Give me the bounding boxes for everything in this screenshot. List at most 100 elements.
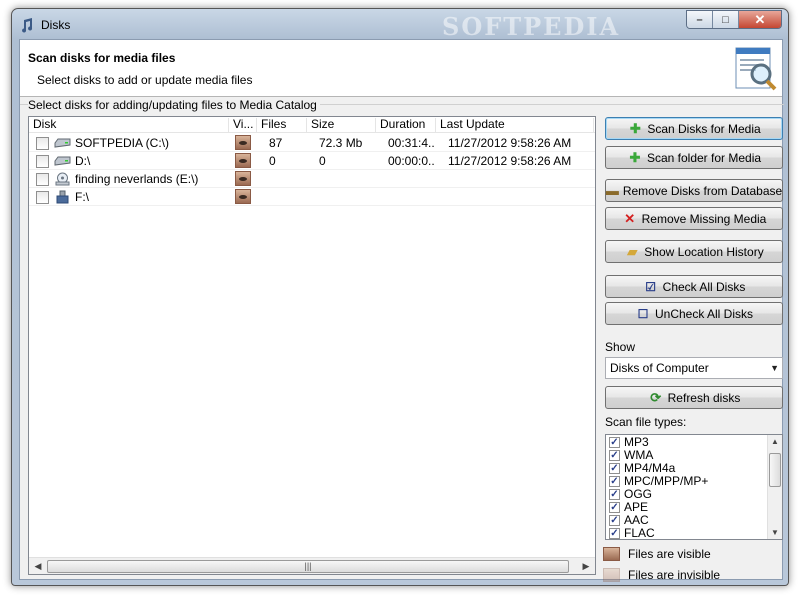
eye-invisible-icon (603, 568, 620, 582)
scan-folder-label: Scan folder for Media (646, 150, 762, 165)
visible-eye-icon[interactable] (235, 171, 251, 186)
disk-name: F:\ (75, 190, 89, 204)
table-row[interactable]: D:\ 0 0 00:00:0... 11/27/2012 9:58:26 AM (29, 152, 595, 170)
vertical-scrollbar[interactable]: ▲ ▼ (767, 435, 782, 539)
checked-box-icon: ☑ (645, 279, 657, 294)
table-row[interactable]: F:\ (29, 188, 595, 206)
remove-disks-button[interactable]: ▬ Remove Disks from Database (605, 179, 783, 202)
watermark: SOFTPEDIA (442, 12, 621, 41)
disk-name: finding neverlands (E:\) (75, 172, 199, 186)
remove-disks-label: Remove Disks from Database (622, 183, 783, 198)
checkbox-checked-icon[interactable]: ✓ (609, 437, 620, 448)
col-disk[interactable]: Disk (29, 118, 229, 132)
file-types-label: Scan file types: (605, 415, 687, 429)
checkbox-checked-icon[interactable]: ✓ (609, 450, 620, 461)
disk-duration: 00:31:4... (388, 136, 434, 150)
add-disk-icon: ✚ (629, 120, 641, 136)
refresh-disks-button[interactable]: ⟳ Refresh disks (605, 386, 783, 409)
disk-checkbox[interactable] (36, 173, 49, 186)
disk-size: 72.3 Mb (319, 136, 363, 150)
refresh-icon: ⟳ (650, 389, 662, 405)
uncheck-all-label: UnCheck All Disks (654, 306, 754, 321)
dialog-body: Scan disks for media files Select disks … (19, 39, 784, 582)
minimize-button[interactable]: – (687, 11, 713, 28)
legend-visible: Files are visible (603, 545, 711, 563)
hard-drive-icon (54, 156, 71, 166)
show-select-value: Disks of Computer (610, 361, 709, 375)
dialog-header: Scan disks for media files Select disks … (20, 40, 782, 97)
table-row[interactable]: SOFTPEDIA (C:\) 87 72.3 Mb 00:31:4... 11… (29, 134, 595, 152)
column-header: Disk Vi... Files Size Duration Last Upda… (29, 117, 595, 133)
window-title: Disks (41, 18, 71, 32)
file-type-label: FLAC (624, 526, 655, 540)
visible-eye-icon[interactable] (235, 189, 251, 204)
check-all-label: Check All Disks (662, 279, 746, 294)
file-types-list[interactable]: ✓ MP3 ✓ WMA ✓ MP4/M4a ✓ MPC/MPP/MP+ ✓ OGG ✓ AP… (605, 434, 783, 540)
check-all-disks-button[interactable]: ☑ Check All Disks (605, 275, 783, 298)
legend-invisible: Files are invisible (603, 566, 720, 584)
show-history-label: Show Location History (644, 244, 764, 259)
show-location-history-button[interactable]: ▰ Show Location History (605, 240, 783, 263)
disk-files: 0 (269, 154, 276, 168)
col-visible[interactable]: Vi... (229, 118, 257, 132)
uncheck-all-disks-button[interactable]: ☐ UnCheck All Disks (605, 302, 783, 325)
disk-checkbox[interactable] (36, 155, 49, 168)
scroll-left-icon[interactable]: ◀ (31, 561, 45, 572)
horizontal-scrollbar[interactable]: ◀ ||| ▶ (29, 557, 595, 574)
scan-disks-label: Scan Disks for Media (647, 121, 761, 136)
add-folder-icon: ✚ (629, 149, 641, 165)
unchecked-box-icon: ☐ (637, 306, 649, 321)
usb-drive-icon (56, 190, 69, 204)
col-duration[interactable]: Duration (376, 118, 436, 132)
maximize-button[interactable]: □ (713, 11, 739, 28)
table-row[interactable]: finding neverlands (E:\) (29, 170, 595, 188)
scroll-thumb[interactable]: ||| (47, 560, 569, 573)
col-last-update[interactable]: Last Update (436, 118, 594, 132)
music-notes-icon (22, 18, 33, 33)
scroll-right-icon[interactable]: ▶ (579, 561, 593, 572)
show-label: Show (605, 340, 636, 354)
disk-files: 87 (269, 136, 283, 150)
cd-drive-icon (55, 172, 70, 186)
header-title: Scan disks for media files (28, 51, 176, 65)
col-files[interactable]: Files (257, 118, 307, 132)
checkbox-checked-icon[interactable]: ✓ (609, 489, 620, 500)
show-select[interactable]: Disks of Computer ▼ (605, 357, 783, 379)
checkbox-checked-icon[interactable]: ✓ (609, 502, 620, 513)
disk-list[interactable]: Disk Vi... Files Size Duration Last Upda… (28, 116, 596, 575)
disk-size: 0 (319, 154, 326, 168)
title-bar[interactable]: SOFTPEDIA Disks – □ ✕ (12, 9, 788, 41)
disk-name: D:\ (75, 154, 91, 168)
checkbox-checked-icon[interactable]: ✓ (609, 515, 620, 526)
disk-duration: 00:00:0... (388, 154, 434, 168)
group-label: Select disks for adding/updating files t… (28, 98, 320, 112)
legend-visible-label: Files are visible (628, 547, 711, 561)
red-x-icon: ✕ (624, 210, 636, 226)
visible-eye-icon[interactable] (235, 153, 251, 168)
disk-checkbox[interactable] (36, 191, 49, 204)
checkbox-checked-icon[interactable]: ✓ (609, 463, 620, 474)
scan-disks-button[interactable]: ✚ Scan Disks for Media (605, 117, 783, 140)
refresh-label: Refresh disks (667, 390, 741, 405)
folder-history-icon: ▰ (627, 243, 638, 259)
scroll-down-icon[interactable]: ▼ (768, 528, 782, 537)
scan-folder-button[interactable]: ✚ Scan folder for Media (605, 146, 783, 169)
scroll-up-icon[interactable]: ▲ (768, 437, 782, 446)
file-type-item[interactable]: ✓ FLAC (609, 526, 655, 540)
search-document-icon (735, 47, 777, 91)
scroll-thumb[interactable] (769, 453, 781, 487)
disks-window: SOFTPEDIA Disks – □ ✕ Scan disks for med… (11, 8, 789, 586)
chevron-down-icon[interactable]: ▼ (770, 358, 779, 378)
close-button[interactable]: ✕ (739, 11, 781, 28)
disk-checkbox[interactable] (36, 137, 49, 150)
checkbox-checked-icon[interactable]: ✓ (609, 476, 620, 487)
disk-last-update: 11/27/2012 9:58:26 AM (448, 136, 572, 150)
visible-eye-icon[interactable] (235, 135, 251, 150)
col-size[interactable]: Size (307, 118, 376, 132)
remove-disk-icon: ▬ (605, 183, 619, 198)
checkbox-checked-icon[interactable]: ✓ (609, 528, 620, 539)
disk-last-update: 11/27/2012 9:58:26 AM (448, 154, 572, 168)
hard-drive-icon (54, 138, 71, 148)
remove-missing-button[interactable]: ✕ Remove Missing Media (605, 207, 783, 230)
caption-buttons: – □ ✕ (686, 10, 782, 29)
